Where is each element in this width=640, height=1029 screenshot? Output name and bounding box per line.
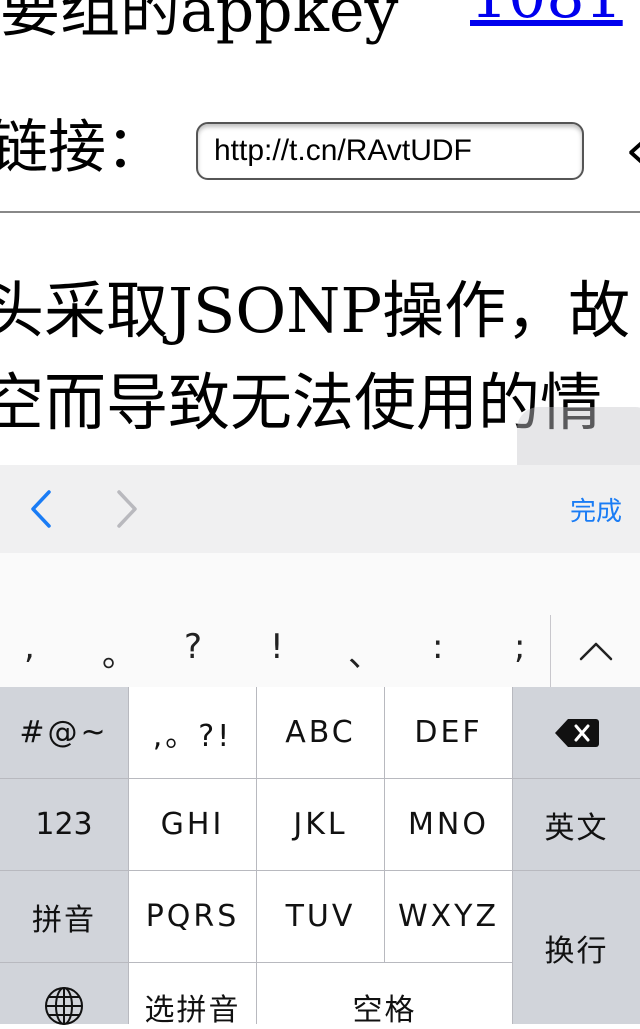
form-accessory-toolbar: 完成 [0,465,640,554]
key-def[interactable]: DEF [385,687,512,778]
delete-icon [554,718,599,747]
top-link[interactable]: 1081 [470,0,623,32]
key-abc[interactable]: ABC [257,687,384,778]
webpage: 要组的appkey 1081 链接： http://t.cn/RAvtUDF ‹… [0,0,640,465]
return-button[interactable]: 换行 [513,871,640,1024]
delete-button[interactable] [513,687,640,778]
divider [0,211,640,213]
punct-semicolon[interactable]: ; [514,627,525,667]
key-tuv[interactable]: TUV [257,871,384,962]
key-mno[interactable]: MNO [385,779,512,870]
punct-enum-comma[interactable]: 、 [348,627,382,676]
next-field-button[interactable] [102,481,152,537]
key-pinyin[interactable]: 拼音 [0,871,128,962]
punct-colon[interactable]: : [432,627,443,667]
chevron-left-icon [31,490,51,528]
key-wxyz[interactable]: WXYZ [385,871,512,962]
key-punct[interactable]: ,。?! [129,687,256,778]
previous-field-button[interactable] [16,481,66,537]
key-pqrs[interactable]: PQRS [129,871,256,962]
punct-comma[interactable]: , [24,627,35,667]
candidate-bar [0,553,640,616]
top-text: 要组的appkey [0,0,399,46]
globe-icon [45,987,83,1025]
punct-period[interactable]: 。 [102,627,136,676]
done-button[interactable]: 完成 [570,491,622,528]
globe-button[interactable] [0,963,128,1025]
key-ghi[interactable]: GHI [129,779,256,870]
punct-question[interactable]: ? [184,627,202,667]
chevron-right-icon [117,490,137,528]
link-label: 链接： [0,113,165,181]
key-english[interactable]: 英文 [513,779,640,870]
collapse-candidates-button[interactable] [550,615,640,687]
space-button[interactable]: 空格 [257,963,512,1028]
key-123[interactable]: 123 [0,779,128,870]
keyboard: #@~ ,。?! ABC DEF 123 GHI JKL MNO 英文 拼音 P… [0,687,640,1028]
url-input[interactable]: http://t.cn/RAvtUDF [196,122,584,180]
punctuation-row: , 。 ? ! 、 : ; [0,615,640,688]
edge-glyph: ‹ [625,118,640,183]
body-line-1: 头采取JSONP操作，故 [0,274,631,347]
scroll-overlay [517,407,640,465]
key-symbols[interactable]: #@~ [0,687,128,778]
key-jkl[interactable]: JKL [257,779,384,870]
punct-exclaim[interactable]: ! [270,627,284,667]
select-pinyin-button[interactable]: 选拼音 [129,963,256,1028]
chevron-up-icon [579,642,613,661]
